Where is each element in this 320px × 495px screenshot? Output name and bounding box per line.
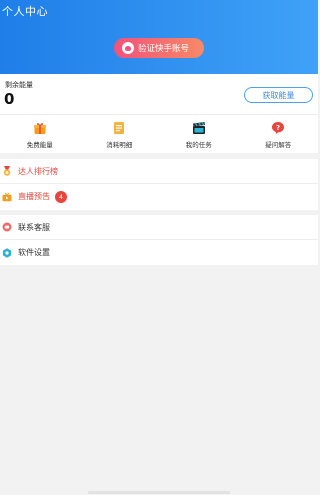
action-faq[interactable]: ? 疑问解答 bbox=[239, 115, 319, 153]
ghost-icon bbox=[122, 42, 134, 54]
action-label: 我的任务 bbox=[185, 141, 212, 149]
verify-kuaishou-button[interactable]: 验证快手账号 bbox=[114, 38, 204, 58]
quick-actions: 免费能量 消耗明细 我的任务 ? 疑问解答 bbox=[0, 115, 318, 153]
menu-label: 达人排行榜 bbox=[18, 166, 58, 176]
action-free-energy[interactable]: 免费能量 bbox=[0, 115, 80, 153]
action-label: 消耗明细 bbox=[106, 141, 133, 149]
verify-button-label: 验证快手账号 bbox=[138, 44, 190, 54]
question-bubble-icon: ? bbox=[271, 121, 285, 135]
action-label: 疑问解答 bbox=[265, 141, 292, 149]
menu-item-settings[interactable]: 软件设置 bbox=[0, 240, 318, 265]
action-my-tasks[interactable]: 我的任务 bbox=[159, 115, 239, 153]
menu-item-ranking[interactable]: 达人排行榜 bbox=[0, 159, 318, 184]
gift-icon bbox=[33, 121, 47, 135]
energy-card: 剩余能量 0 获取能量 bbox=[0, 74, 318, 114]
action-label: 免费能量 bbox=[26, 141, 53, 149]
menu-item-contact-support[interactable]: 联系客服 bbox=[0, 215, 318, 240]
receipt-icon bbox=[112, 121, 126, 135]
menu-label: 直播预告 bbox=[18, 192, 50, 201]
page-title: 个人中心 bbox=[2, 5, 48, 18]
tv-icon bbox=[2, 192, 12, 202]
header-banner: 个人中心 验证快手账号 bbox=[0, 0, 318, 74]
menu-label: 软件设置 bbox=[18, 248, 50, 257]
menu-secondary: 联系客服 软件设置 bbox=[0, 215, 318, 265]
menu-item-live-preview[interactable]: 直播预告 4 bbox=[0, 184, 318, 209]
get-energy-button[interactable]: 获取能量 bbox=[244, 87, 313, 103]
action-consumption-detail[interactable]: 消耗明细 bbox=[80, 115, 160, 153]
chat-icon bbox=[2, 222, 12, 232]
menu-primary: 达人排行榜 直播预告 4 bbox=[0, 159, 318, 210]
energy-value: 0 bbox=[4, 90, 15, 108]
energy-label: 剩余能量 bbox=[5, 81, 33, 89]
medal-icon bbox=[2, 166, 12, 176]
svg-text:?: ? bbox=[276, 124, 280, 132]
home-indicator bbox=[88, 491, 230, 494]
notification-badge: 4 bbox=[55, 190, 67, 203]
clapperboard-icon bbox=[192, 121, 206, 135]
menu-label: 联系客服 bbox=[18, 222, 50, 232]
settings-icon bbox=[2, 247, 12, 258]
